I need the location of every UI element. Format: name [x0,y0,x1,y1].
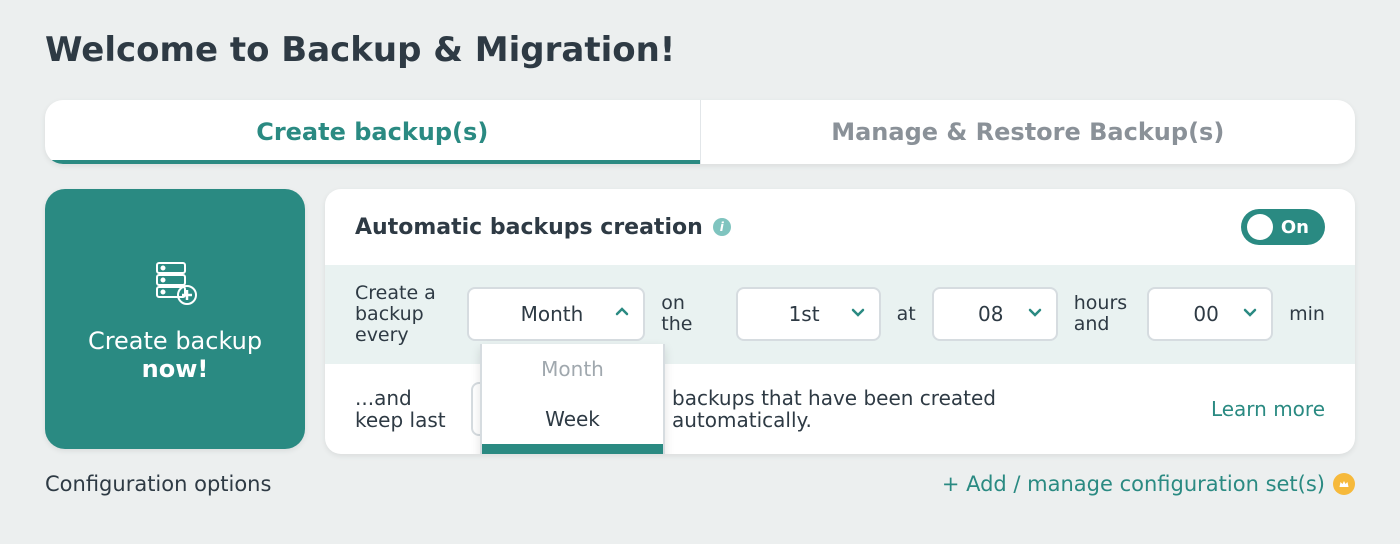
tab-create-label: Create backup(s) [256,118,488,146]
chevron-down-icon [1028,305,1042,323]
frequency-value: Month [489,302,616,326]
hour-value: 08 [954,302,1028,326]
cta-line2: now! [142,355,209,383]
cta-line1: Create backup [88,327,262,355]
tabs: Create backup(s) Manage & Restore Backup… [45,100,1355,164]
minute-value: 00 [1169,302,1243,326]
freq-option-day[interactable]: Day [482,444,663,454]
toggle-label: On [1281,217,1309,238]
add-config-text: + Add / manage configuration set(s) [942,472,1325,496]
create-every-label: Create a backup every [355,283,451,346]
keep-suffix: backups that have been created automatic… [672,387,1012,431]
auto-backup-toggle[interactable]: On [1241,209,1325,245]
chevron-down-icon [851,305,865,323]
toggle-knob-icon [1247,214,1273,240]
day-value: 1st [758,302,851,326]
learn-more-link[interactable]: Learn more [1211,397,1325,421]
configuration-options-label: Configuration options [45,472,271,496]
automatic-backup-panel: Automatic backups creation i On Create a… [325,189,1355,454]
freq-option-month[interactable]: Month [482,344,663,394]
frequency-select[interactable]: Month [467,287,646,341]
at-label: at [897,304,916,325]
tab-manage-restore[interactable]: Manage & Restore Backup(s) [700,100,1356,164]
server-plus-icon [147,255,203,315]
minute-select[interactable]: 00 [1147,287,1273,341]
keep-prefix: ...and keep last [355,387,455,431]
on-the-label: on the [661,293,719,335]
create-backup-now-button[interactable]: Create backup now! [45,189,305,449]
info-icon[interactable]: i [713,218,731,236]
frequency-dropdown: Month Week Day [480,344,665,454]
panel-title: Automatic backups creation i [355,215,731,240]
tab-create-backups[interactable]: Create backup(s) [45,100,700,164]
day-select[interactable]: 1st [736,287,881,341]
panel-title-text: Automatic backups creation [355,215,703,240]
freq-option-week[interactable]: Week [482,394,663,444]
crown-icon [1333,473,1355,495]
page-title: Welcome to Backup & Migration! [45,30,1355,70]
minutes-suffix: min [1289,304,1325,325]
chevron-up-icon [615,305,629,323]
hours-and-label: hours and [1074,293,1131,335]
hour-select[interactable]: 08 [932,287,1058,341]
add-manage-config-link[interactable]: + Add / manage configuration set(s) [942,472,1355,496]
tab-manage-label: Manage & Restore Backup(s) [831,118,1224,146]
chevron-down-icon [1243,305,1257,323]
